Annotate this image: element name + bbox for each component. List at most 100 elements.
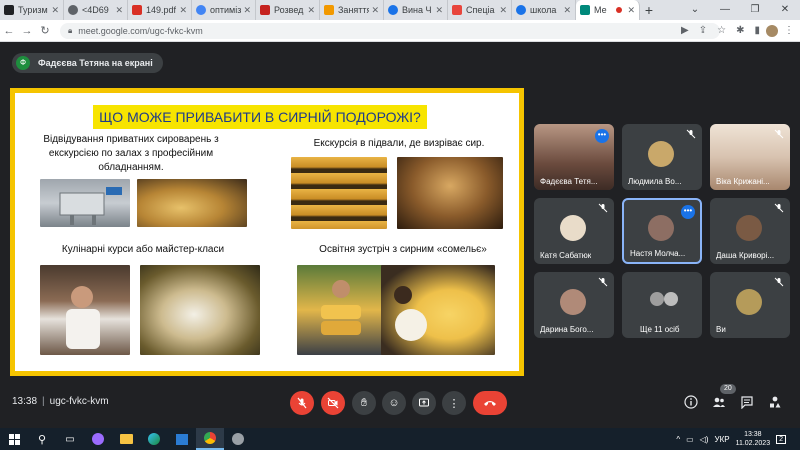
close-icon[interactable]: ✕: [243, 5, 251, 16]
back-icon[interactable]: ←: [0, 25, 18, 37]
taskbar-app[interactable]: [84, 428, 112, 450]
new-tab-button[interactable]: +: [640, 0, 658, 20]
minimize-icon[interactable]: —: [710, 0, 740, 20]
browser-toolbar: ← → ↻ 🔒︎ meet.google.com/ugc-fvkc-kvm ▶ …: [0, 20, 800, 42]
browser-tab[interactable]: Вина Ч ✕: [384, 0, 448, 20]
self-tile[interactable]: Ви: [710, 272, 790, 338]
participant-tile-selected[interactable]: ••• Настя Молча...: [622, 198, 702, 264]
cheese-vat-illustration: [59, 187, 122, 225]
more-options-icon[interactable]: •••: [681, 205, 695, 219]
more-participants-tile[interactable]: Ще 11 осіб: [622, 272, 702, 338]
close-icon[interactable]: ✕: [371, 5, 379, 16]
people-icon[interactable]: [712, 395, 726, 409]
more-options-button[interactable]: ⋮: [442, 391, 466, 415]
participant-avatar: [736, 215, 762, 241]
meet-favicon: [580, 5, 590, 15]
browser-tab[interactable]: школа ✕: [512, 0, 576, 20]
extensions-icon[interactable]: ✱: [736, 25, 744, 36]
volume-icon[interactable]: ◁): [700, 435, 709, 444]
close-icon[interactable]: ✕: [115, 5, 123, 16]
close-icon[interactable]: ✕: [179, 5, 187, 16]
participant-avatar: [648, 141, 674, 167]
activities-icon[interactable]: [768, 395, 782, 409]
store-icon: [176, 433, 188, 445]
participant-tile[interactable]: ••• Фадєєва Тетя...: [534, 124, 614, 190]
search-button[interactable]: ⚲: [28, 428, 56, 450]
participant-tile[interactable]: Даша Криворі...: [710, 198, 790, 264]
close-icon[interactable]: ✕: [307, 5, 315, 16]
windows-logo-icon: [8, 433, 20, 445]
microphone-toggle-button[interactable]: [290, 391, 314, 415]
mic-off-icon: [774, 129, 784, 139]
chevron-down-icon[interactable]: ⌄: [680, 0, 710, 20]
close-icon[interactable]: ✕: [563, 5, 571, 16]
tab-favicon: [388, 5, 398, 15]
task-view-icon: ▭: [65, 433, 75, 445]
chrome-icon: [204, 432, 216, 444]
mic-off-icon: [774, 203, 784, 213]
participant-avatar: [648, 215, 674, 241]
more-participants-label: Ще 11 осіб: [640, 325, 680, 334]
close-icon[interactable]: ✕: [627, 5, 635, 16]
tab-favicon: [324, 5, 334, 15]
cheese-cellar-shelves-photo: [291, 157, 387, 229]
taskbar-clock[interactable]: 13:38 11.02.2023: [736, 430, 771, 448]
leave-call-button[interactable]: [473, 391, 507, 415]
profile-avatar[interactable]: [766, 24, 778, 37]
reload-icon[interactable]: ↻: [36, 24, 54, 37]
browser-tab[interactable]: Заняття ✕: [320, 0, 384, 20]
browser-tab[interactable]: <4D69 ✕: [64, 0, 128, 20]
present-screen-button[interactable]: [412, 391, 436, 415]
lock-icon[interactable]: 🔒︎: [68, 26, 72, 36]
taskbar-app[interactable]: [140, 428, 168, 450]
tab-favicon: [4, 5, 14, 15]
participant-tile[interactable]: Дарина Бого...: [534, 272, 614, 338]
participant-name: Даша Криворі...: [716, 251, 775, 260]
forward-icon[interactable]: →: [18, 25, 36, 37]
chat-icon[interactable]: [740, 395, 754, 409]
info-icon[interactable]: [684, 395, 698, 409]
language-indicator[interactable]: УКР: [715, 435, 730, 444]
browser-tab[interactable]: оптиміз ✕: [192, 0, 256, 20]
browser-tab[interactable]: Розвед ✕: [256, 0, 320, 20]
close-window-icon[interactable]: ✕: [770, 0, 800, 20]
separator: |: [42, 396, 45, 407]
task-view-button[interactable]: ▭: [56, 428, 84, 450]
taskbar-date: 11.02.2023: [735, 440, 771, 447]
browser-tab-active[interactable]: Ме ✕: [576, 0, 640, 20]
camera-toggle-button[interactable]: [321, 391, 345, 415]
close-icon[interactable]: ✕: [51, 5, 59, 16]
sidebar-icon[interactable]: ▮: [754, 25, 760, 36]
notification-icon[interactable]: 2: [776, 434, 786, 444]
participant-tile[interactable]: Катя Сабатюк: [534, 198, 614, 264]
tab-favicon: [452, 5, 462, 15]
start-button[interactable]: [0, 428, 28, 450]
close-icon[interactable]: ✕: [435, 5, 443, 16]
raise-hand-button[interactable]: ✋︎: [352, 391, 376, 415]
browser-tab[interactable]: Спеціа ✕: [448, 0, 512, 20]
presenter-label: Фадєєва Тетяна на екрані: [38, 58, 153, 68]
restore-icon[interactable]: ❐: [740, 0, 770, 20]
share-icon[interactable]: ⇪: [699, 25, 707, 36]
reactions-button[interactable]: ☺: [382, 391, 406, 415]
participant-tile[interactable]: Віка Крижані...: [710, 124, 790, 190]
close-icon[interactable]: ✕: [499, 5, 507, 16]
star-icon[interactable]: ☆: [717, 25, 726, 36]
tab-favicon: [516, 5, 526, 15]
taskbar-app[interactable]: [224, 428, 252, 450]
taskbar-app[interactable]: [168, 428, 196, 450]
cheese-plate-photo: [140, 265, 260, 355]
taskbar-app[interactable]: [112, 428, 140, 450]
chevron-up-icon[interactable]: ^: [676, 435, 680, 444]
taskbar-app-chrome[interactable]: [196, 428, 224, 450]
network-icon[interactable]: ▭: [686, 435, 694, 444]
browser-tab[interactable]: 149.pdf ✕: [128, 0, 192, 20]
camera-icon[interactable]: ▶: [681, 25, 689, 36]
browser-menu-icon[interactable]: ⋮: [784, 25, 794, 36]
search-icon: ⚲: [37, 433, 47, 446]
address-bar[interactable]: 🔒︎ meet.google.com/ugc-fvkc-kvm: [60, 22, 720, 39]
sommelier-illustration: [321, 280, 361, 335]
participant-tile[interactable]: Людмила Во...: [622, 124, 702, 190]
system-tray: ^ ▭ ◁) УКР 13:38 11.02.2023 2: [676, 428, 786, 450]
browser-tab[interactable]: Туризм ✕: [0, 0, 64, 20]
